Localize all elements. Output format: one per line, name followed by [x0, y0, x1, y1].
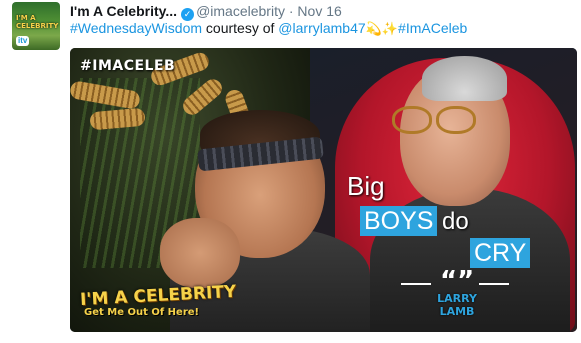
quote-attribution: LARRY LAMB [422, 292, 492, 318]
caption-word-boys: BOYS [360, 206, 438, 236]
avatar-logo: I'M A CELEBRITY [16, 14, 59, 30]
quote-name-first: LARRY [437, 292, 477, 305]
mention-link-larrylamb47[interactable]: @larrylamb47 [278, 20, 365, 36]
tweet-text: #WednesdayWisdom courtesy of @larrylamb4… [70, 19, 467, 38]
tweet-date[interactable]: Nov 16 [297, 3, 341, 19]
hashtag-overlay: #IMACELEB [80, 58, 176, 74]
caption-word-big: Big [347, 171, 385, 201]
show-logo: I'M A CELEBRITY Get Me Out Of Here! [80, 282, 237, 320]
separator-dot: · [288, 3, 294, 19]
hand [160, 218, 240, 288]
quote-mark-icon: “” [440, 266, 475, 296]
divider-line [401, 283, 431, 285]
tweet-media-image[interactable]: #IMACELEB I'M A CELEBRITY Get Me Out Of … [70, 48, 577, 332]
older-man-hair [422, 56, 507, 101]
caption-word-do: do [442, 208, 469, 235]
glasses [392, 106, 482, 134]
author-name[interactable]: I'm A Celebrity... [70, 3, 177, 19]
profile-avatar[interactable]: I'M A CELEBRITY itv [12, 2, 60, 50]
hashtag-link-wednesdaywisdom[interactable]: #WednesdayWisdom [70, 20, 202, 36]
divider-line [479, 283, 509, 285]
caption-word-cry: CRY [470, 238, 531, 268]
quote-name-last: LAMB [439, 305, 475, 318]
hashtag-link-imaceleb[interactable]: #ImACeleb [398, 20, 467, 36]
author-handle[interactable]: @imacelebrity [196, 3, 285, 19]
tweet-text-segment: courtesy of [202, 20, 279, 36]
quote-divider: “” [401, 268, 511, 294]
itv-logo: itv [16, 36, 30, 46]
sparkle-emoji-icon: 💫✨ [365, 21, 399, 36]
